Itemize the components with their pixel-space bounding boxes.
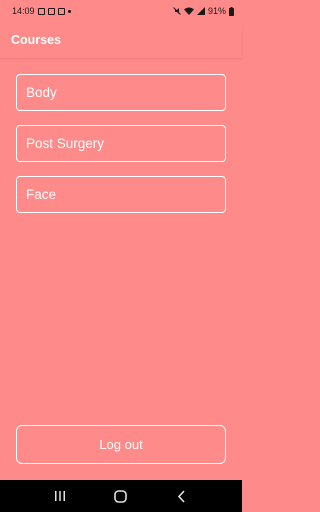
course-label: Body [26,85,57,100]
status-right: 91% [173,6,234,16]
course-post-surgery-button[interactable]: Post Surgery [16,125,226,162]
notification-dot [67,9,71,13]
logout-button[interactable]: Log out [16,425,226,464]
status-time: 14:09 [12,6,35,16]
course-body-button[interactable]: Body [16,74,226,111]
message-icon [47,7,55,15]
gallery-icon [37,7,45,15]
recents-icon [55,491,66,501]
page-title: Courses [11,33,62,47]
course-list: Body Post Surgery Face [16,74,226,227]
recents-button[interactable] [45,484,75,508]
back-icon [178,489,185,503]
back-button[interactable] [167,484,197,508]
wifi-icon [183,7,194,15]
home-icon [114,489,128,503]
battery-percent: 91% [207,6,226,16]
calendar-icon [57,7,65,15]
status-bar: 14:09 91% [0,0,242,22]
logout-label: Log out [99,437,143,452]
course-label: Post Surgery [26,136,105,151]
battery-icon [229,6,234,16]
app-bar: Courses [0,22,242,58]
home-button[interactable] [106,484,136,508]
status-left: 14:09 [12,6,71,16]
signal-icon [196,7,205,15]
screen: 14:09 91% Courses Body Post Surgery Face… [0,0,242,512]
navigation-bar [0,480,242,512]
course-face-button[interactable]: Face [16,176,226,213]
mute-icon [173,7,181,15]
course-label: Face [26,187,57,202]
